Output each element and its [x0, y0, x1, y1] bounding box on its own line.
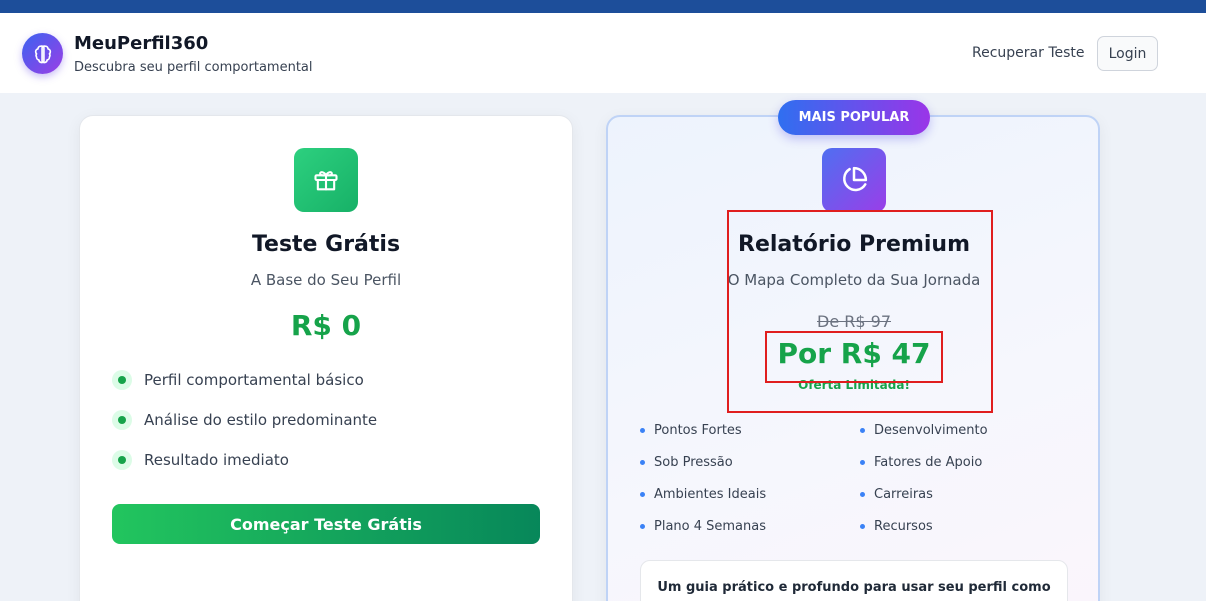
feature-item: Resultado imediato: [112, 448, 289, 472]
free-plan-title: Teste Grátis: [251, 232, 401, 257]
bullet-dot: [860, 459, 865, 465]
premium-guide-text: Um guia prático e profundo para usar seu…: [657, 580, 1051, 595]
feature-label: Análise do estilo predominante: [144, 411, 378, 429]
premium-item: Ambientes Ideais: [640, 485, 766, 503]
gift-icon: [294, 148, 358, 212]
site-header: MeuPerfil360 Descubra seu perfil comport…: [0, 13, 1206, 93]
top-accent-bar: [0, 0, 1206, 13]
premium-item-label: Pontos Fortes: [654, 422, 742, 438]
check-icon: [112, 370, 132, 390]
premium-item: Recursos: [860, 517, 933, 535]
login-button[interactable]: Login: [1097, 36, 1158, 71]
brand-subtitle: Descubra seu perfil comportamental: [74, 60, 313, 75]
start-free-test-button[interactable]: Começar Teste Grátis: [112, 504, 540, 544]
premium-item: Fatores de Apoio: [860, 453, 982, 471]
recover-test-link[interactable]: Recuperar Teste: [972, 45, 1085, 61]
brand-title[interactable]: MeuPerfil360: [74, 33, 208, 54]
premium-item: Pontos Fortes: [640, 421, 742, 439]
check-icon: [112, 410, 132, 430]
pie-chart-icon: [822, 148, 886, 212]
premium-item-label: Fatores de Apoio: [874, 454, 983, 470]
brain-icon[interactable]: [22, 33, 63, 74]
premium-item-label: Plano 4 Semanas: [654, 518, 767, 534]
free-plan-subtitle: A Base do Seu Perfil: [250, 271, 402, 289]
bullet-dot: [640, 491, 645, 497]
bullet-dot: [640, 459, 645, 465]
feature-item: Análise do estilo predominante: [112, 408, 377, 432]
premium-item: Carreiras: [860, 485, 933, 503]
feature-label: Perfil comportamental básico: [144, 371, 364, 389]
premium-item: Desenvolvimento: [860, 421, 988, 439]
bullet-dot: [860, 491, 865, 497]
premium-item-label: Sob Pressão: [654, 454, 733, 470]
premium-item-label: Ambientes Ideais: [654, 486, 767, 502]
bullet-dot: [640, 523, 645, 529]
bullet-dot: [860, 427, 865, 433]
premium-item-label: Desenvolvimento: [874, 422, 988, 438]
premium-item-label: Carreiras: [874, 486, 933, 502]
bullet-dot: [640, 427, 645, 433]
feature-item: Perfil comportamental básico: [112, 368, 364, 392]
feature-label: Resultado imediato: [144, 451, 289, 469]
bullet-dot: [860, 523, 865, 529]
premium-item: Sob Pressão: [640, 453, 733, 471]
check-icon: [112, 450, 132, 470]
free-plan-price: R$ 0: [290, 309, 362, 342]
price-highlight-box: [765, 331, 943, 383]
premium-item-label: Recursos: [874, 518, 933, 534]
most-popular-badge: MAIS POPULAR: [778, 100, 930, 135]
premium-item: Plano 4 Semanas: [640, 517, 766, 535]
premium-guide-box: Um guia prático e profundo para usar seu…: [640, 560, 1068, 601]
